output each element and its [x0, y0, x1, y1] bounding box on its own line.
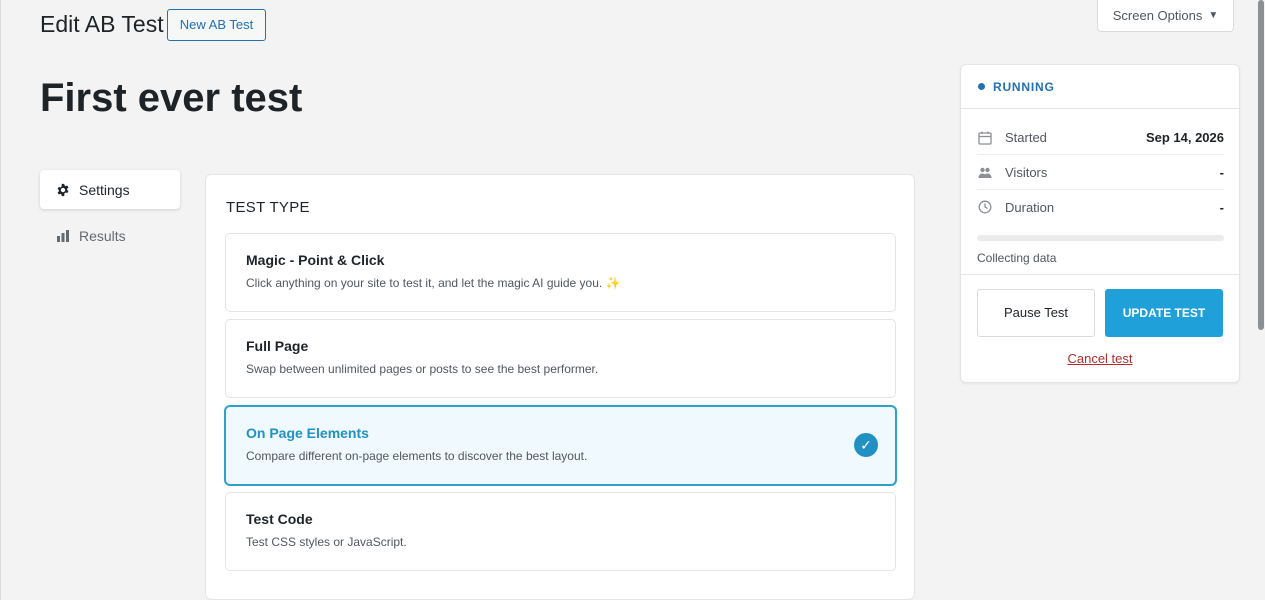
users-icon — [977, 165, 993, 181]
option-title: Test Code — [246, 511, 313, 527]
divider — [961, 274, 1239, 275]
gear-icon — [56, 183, 70, 197]
test-name: First ever test — [40, 76, 303, 120]
option-desc: Click anything on your site to test it, … — [246, 276, 621, 290]
nav-item-results[interactable]: Results — [40, 216, 180, 255]
option-on-page-elements[interactable]: On Page Elements Compare different on-pa… — [225, 406, 896, 485]
new-ab-test-button[interactable]: New AB Test — [167, 9, 266, 41]
stat-duration: Duration - — [977, 190, 1224, 224]
status-header: RUNNING — [961, 65, 1239, 109]
stat-label: Duration — [1005, 199, 1055, 215]
section-title: TEST TYPE — [226, 199, 310, 216]
nav-label-results: Results — [79, 227, 126, 244]
option-title: Full Page — [246, 338, 309, 354]
caret-down-icon: ▼ — [1208, 10, 1219, 21]
bar-chart-icon — [56, 229, 70, 243]
stat-visitors: Visitors - — [977, 156, 1224, 190]
screen-options-toggle[interactable]: Screen Options ▼ — [1097, 0, 1234, 32]
nav-label-settings: Settings — [79, 181, 130, 198]
option-test-code[interactable]: Test Code Test CSS styles or JavaScript. — [225, 492, 896, 571]
collecting-status: Collecting data — [977, 251, 1057, 265]
scrollbar-thumb[interactable] — [1258, 0, 1264, 330]
stat-label: Started — [1005, 130, 1047, 145]
test-status-panel: RUNNING Started Sep 14, 2026 Visitors - … — [960, 64, 1240, 383]
page-heading: Edit AB Test — [40, 11, 164, 37]
stat-value: - — [1219, 165, 1224, 180]
option-desc: Compare different on-page elements to di… — [246, 449, 588, 463]
option-title: Magic - Point & Click — [246, 252, 385, 268]
cancel-test-link[interactable]: Cancel test — [961, 351, 1239, 366]
calendar-icon — [977, 130, 993, 146]
stat-value: Sep 14, 2026 — [1145, 130, 1224, 145]
stat-label: Visitors — [1005, 165, 1048, 180]
clock-icon — [977, 199, 993, 215]
test-type-card: TEST TYPE Magic - Point & Click Click an… — [205, 174, 915, 600]
checkmark-icon: ✓ — [854, 433, 878, 457]
option-desc: Swap between unlimited pages or posts to… — [246, 362, 599, 376]
option-full-page[interactable]: Full Page Swap between unlimited pages o… — [225, 319, 896, 398]
status-badge: RUNNING — [993, 79, 1055, 94]
pause-test-button[interactable]: Pause Test — [977, 289, 1095, 337]
admin-edge — [0, 0, 1, 600]
collection-progress-bar — [977, 235, 1224, 241]
update-test-button[interactable]: UPDATE TEST — [1105, 289, 1223, 337]
stat-value: - — [1219, 199, 1224, 215]
option-magic-point-click[interactable]: Magic - Point & Click Click anything on … — [225, 233, 896, 312]
nav-item-settings[interactable]: Settings — [40, 170, 180, 209]
option-desc: Test CSS styles or JavaScript. — [246, 535, 407, 549]
option-title: On Page Elements — [246, 425, 369, 441]
stat-started: Started Sep 14, 2026 — [977, 121, 1224, 155]
page-scrollbar[interactable] — [1257, 0, 1265, 600]
screen-options-label: Screen Options — [1112, 8, 1203, 23]
status-dot-icon — [978, 83, 985, 90]
